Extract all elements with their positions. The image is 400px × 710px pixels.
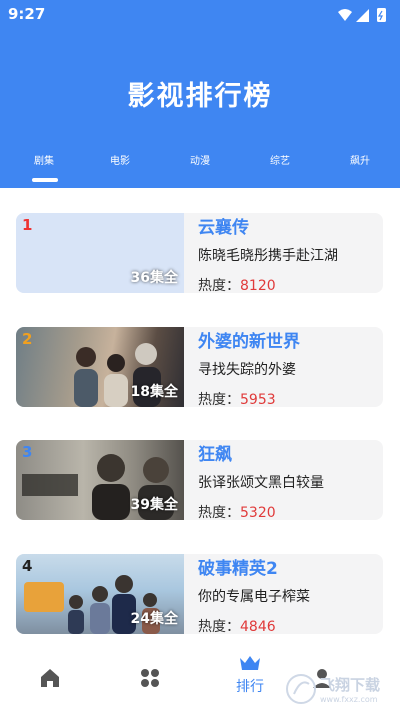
header: 9:27 影视排行榜 剧集 电影 动漫 综艺 飙升 xyxy=(0,0,400,188)
tab-indicator xyxy=(32,178,58,182)
heat-label: 热度： xyxy=(198,619,240,634)
rank-badge: 4 xyxy=(22,557,33,575)
home-icon xyxy=(41,669,59,687)
rank-badge: 1 xyxy=(22,216,33,234)
show-title: 狂飙 xyxy=(198,445,232,465)
heat-row: 热度：5953 xyxy=(198,389,276,407)
category-tabs: 剧集 电影 动漫 综艺 飙升 xyxy=(0,152,400,188)
episode-count: 39集全 xyxy=(130,497,178,513)
nav-ranking-label: 排行 xyxy=(236,679,264,695)
heat-value: 5953 xyxy=(240,392,276,407)
show-description: 张译张颂文黑白较量 xyxy=(198,475,324,491)
nav-categories[interactable] xyxy=(110,648,190,710)
episode-count: 18集全 xyxy=(130,384,178,400)
show-title: 破事精英2 xyxy=(198,559,278,579)
show-description: 寻找失踪的外婆 xyxy=(198,362,296,378)
list-item[interactable]: 3 39集全 狂飙 张译张颂文黑白较量 热度：5320 xyxy=(16,440,383,520)
watermark-logo-icon: 飞翔下载 www.fxxz.com xyxy=(286,674,380,704)
ranking-icon xyxy=(240,656,260,670)
poster-thumbnail: 1 36集全 xyxy=(16,213,184,293)
heat-row: 热度：4846 xyxy=(198,616,276,634)
watermark-subtext: www.fxxz.com xyxy=(320,695,378,704)
heat-value: 8120 xyxy=(240,278,276,293)
heat-value: 4846 xyxy=(240,619,276,634)
nav-ranking[interactable]: 排行 xyxy=(210,648,290,710)
status-time: 9:27 xyxy=(8,5,46,23)
watermark: 飞翔下载 www.fxxz.com xyxy=(284,672,394,706)
tab-rising[interactable]: 飙升 xyxy=(330,152,390,167)
tab-series[interactable]: 剧集 xyxy=(14,152,74,167)
bottom-nav: 排行 飞翔下载 www.fxxz.com xyxy=(0,648,400,710)
grid-icon xyxy=(141,669,159,687)
show-description: 你的专属电子榨菜 xyxy=(198,589,310,605)
status-bar: 9:27 xyxy=(0,0,400,30)
watermark-text: 飞翔下载 xyxy=(320,676,380,694)
show-title: 云襄传 xyxy=(198,218,249,238)
poster-thumbnail: 2 18集全 xyxy=(16,327,184,407)
poster-thumbnail: 4 24集全 xyxy=(16,554,184,634)
signal-icon xyxy=(356,9,369,22)
list-item[interactable]: 4 24集全 破事精英2 你的专属电子榨菜 热度：4846 xyxy=(16,554,383,634)
list-item[interactable]: 2 18集全 外婆的新世界 寻找失踪的外婆 热度：5953 xyxy=(16,327,383,407)
poster-thumbnail: 3 39集全 xyxy=(16,440,184,520)
heat-label: 热度： xyxy=(198,392,240,407)
heat-value: 5320 xyxy=(240,505,276,520)
page-title: 影视排行榜 xyxy=(127,81,273,112)
tab-movies[interactable]: 电影 xyxy=(90,152,150,167)
battery-icon xyxy=(377,8,386,22)
nav-home[interactable] xyxy=(10,648,90,710)
tab-variety[interactable]: 综艺 xyxy=(250,152,310,167)
rank-badge: 2 xyxy=(22,330,33,348)
wifi-icon xyxy=(338,9,352,21)
show-title: 外婆的新世界 xyxy=(198,332,300,352)
episode-count: 36集全 xyxy=(130,270,178,286)
heat-row: 热度：8120 xyxy=(198,275,276,293)
show-description: 陈晓毛晓彤携手赴江湖 xyxy=(198,248,338,264)
heat-label: 热度： xyxy=(198,505,240,520)
list-item[interactable]: 1 36集全 云襄传 陈晓毛晓彤携手赴江湖 热度：8120 xyxy=(16,213,383,293)
heat-row: 热度：5320 xyxy=(198,502,276,520)
heat-label: 热度： xyxy=(198,278,240,293)
status-icons xyxy=(338,8,386,22)
rank-badge: 3 xyxy=(22,443,33,461)
tab-anime[interactable]: 动漫 xyxy=(170,152,230,167)
episode-count: 24集全 xyxy=(130,611,178,627)
